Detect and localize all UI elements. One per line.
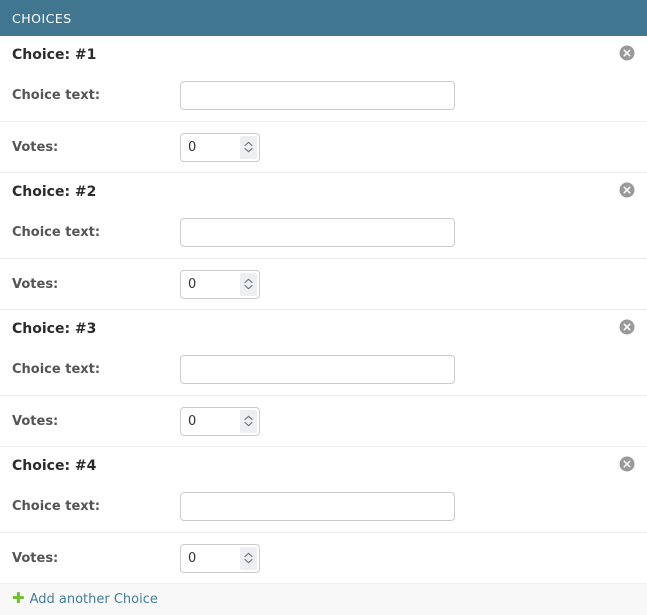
label-votes-1: Votes: — [12, 140, 180, 155]
label-votes-2: Votes: — [12, 277, 180, 292]
label-choice-text-4: Choice text: — [12, 499, 180, 514]
votes-input-1[interactable]: 0 — [180, 133, 260, 162]
choice-text-input-1[interactable] — [180, 81, 455, 110]
inline-item-choice-4: Choice: #4 Choice text: Votes: 0 — [0, 446, 647, 583]
choice-text-input-2[interactable] — [180, 218, 455, 247]
add-another-choice-label: Add another Choice — [30, 592, 158, 607]
inline-heading-3: Choice: #3 — [0, 310, 647, 344]
delete-circle-icon[interactable] — [619, 45, 635, 61]
add-another-choice-link[interactable]: ✚ Add another Choice — [12, 592, 158, 607]
add-another-row: ✚ Add another Choice — [0, 583, 647, 615]
votes-value-4: 0 — [181, 545, 196, 572]
form-row-votes-2: Votes: 0 — [0, 258, 647, 309]
inline-heading-1: Choice: #1 — [0, 36, 647, 70]
label-choice-text-1: Choice text: — [12, 88, 180, 103]
chevron-down-icon[interactable] — [244, 421, 253, 427]
form-row-choice-text-4: Choice text: — [0, 481, 647, 532]
votes-value-2: 0 — [181, 271, 196, 298]
form-row-choice-text-3: Choice text: — [0, 344, 647, 395]
form-row-votes-1: Votes: 0 — [0, 121, 647, 172]
label-votes-4: Votes: — [12, 551, 180, 566]
choice-text-input-3[interactable] — [180, 355, 455, 384]
chevron-down-icon[interactable] — [244, 284, 253, 290]
module-header-title: CHOICES — [12, 11, 72, 26]
chevron-down-icon[interactable] — [244, 147, 253, 153]
inline-item-choice-3: Choice: #3 Choice text: Votes: 0 — [0, 309, 647, 446]
votes-spinner-2[interactable] — [240, 273, 257, 296]
inline-heading-4: Choice: #4 — [0, 447, 647, 481]
plus-icon: ✚ — [12, 589, 25, 607]
inline-heading-label-3: Choice: #3 — [12, 321, 96, 337]
choices-inline-group: CHOICES Choice: #1 Choice text: Votes: 0 — [0, 0, 647, 615]
inline-heading-label-1: Choice: #1 — [12, 47, 96, 63]
votes-value-1: 0 — [181, 134, 196, 161]
form-row-choice-text-1: Choice text: — [0, 70, 647, 121]
votes-spinner-3[interactable] — [240, 410, 257, 433]
votes-spinner-4[interactable] — [240, 547, 257, 570]
votes-input-2[interactable]: 0 — [180, 270, 260, 299]
inline-item-choice-2: Choice: #2 Choice text: Votes: 0 — [0, 172, 647, 309]
delete-circle-icon[interactable] — [619, 456, 635, 472]
chevron-down-icon[interactable] — [244, 558, 253, 564]
votes-input-3[interactable]: 0 — [180, 407, 260, 436]
inline-heading-label-4: Choice: #4 — [12, 458, 96, 474]
module-header: CHOICES — [0, 0, 647, 36]
votes-spinner-1[interactable] — [240, 136, 257, 159]
form-row-votes-4: Votes: 0 — [0, 532, 647, 583]
inline-item-choice-1: Choice: #1 Choice text: Votes: 0 — [0, 36, 647, 172]
label-choice-text-3: Choice text: — [12, 362, 180, 377]
label-votes-3: Votes: — [12, 414, 180, 429]
votes-value-3: 0 — [181, 408, 196, 435]
form-row-votes-3: Votes: 0 — [0, 395, 647, 446]
votes-input-4[interactable]: 0 — [180, 544, 260, 573]
delete-circle-icon[interactable] — [619, 182, 635, 198]
inline-heading-label-2: Choice: #2 — [12, 184, 96, 200]
delete-circle-icon[interactable] — [619, 319, 635, 335]
label-choice-text-2: Choice text: — [12, 225, 180, 240]
form-row-choice-text-2: Choice text: — [0, 207, 647, 258]
inline-heading-2: Choice: #2 — [0, 173, 647, 207]
choice-text-input-4[interactable] — [180, 492, 455, 521]
